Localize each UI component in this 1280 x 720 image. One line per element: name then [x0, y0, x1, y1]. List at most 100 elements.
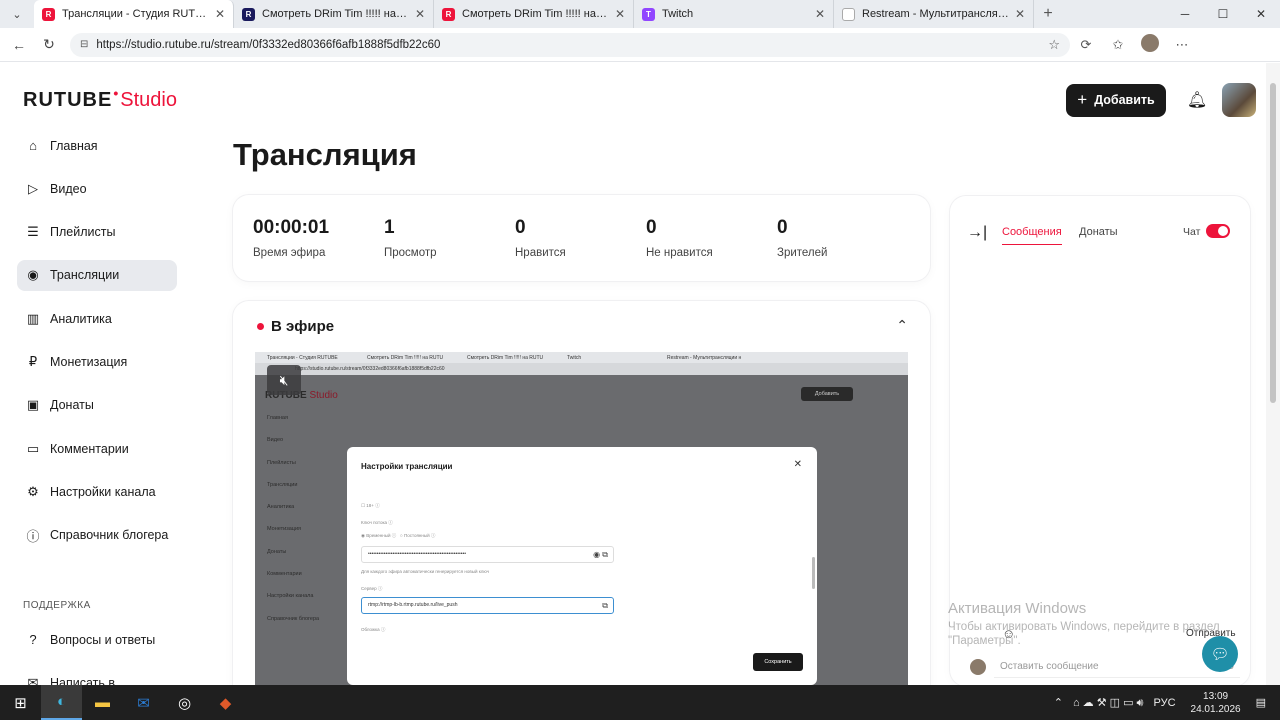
sidebar-item-label: Справочник блогера	[50, 528, 169, 543]
back-icon[interactable]: ←	[4, 37, 34, 53]
support-item[interactable]: ✉ Написать в	[17, 667, 197, 685]
tab-title: Смотреть DRim Tim !!!!! на RUTU	[262, 8, 409, 20]
preview-page: RUTUBE Studio Главная Видео Плейлисты Транс…	[255, 375, 908, 685]
header-actions: + Добавить 🔔︎	[1066, 83, 1266, 117]
browser-tab[interactable]: Restream - Мультитрансляции н ✕	[834, 0, 1034, 28]
sidebar-item[interactable]: ◉ Трансляции	[17, 259, 177, 291]
stat-value: 00:00:01	[253, 217, 330, 238]
preview-nav-item: Главная	[267, 415, 288, 421]
tab-favicon-icon: T	[642, 7, 655, 21]
page-scrollbar[interactable]	[1266, 63, 1280, 685]
stream-preview[interactable]: Трансляции - Студия RUTUBE Смотреть DRim …	[255, 352, 908, 685]
sidebar-item[interactable]: ☰ Плейлисты	[17, 217, 177, 248]
tab-close-icon[interactable]: ✕	[615, 7, 625, 21]
live-status: В эфире	[257, 318, 334, 335]
profile-avatar[interactable]	[1134, 34, 1166, 55]
stat-label: Время эфира	[253, 247, 326, 259]
watermark-line3: "Параметры".	[948, 635, 1021, 647]
clock[interactable]: 13:09 24.01.2026	[1191, 690, 1241, 716]
add-button-label: Добавить	[1094, 93, 1155, 107]
sidebar-item-label: Аналитика	[50, 311, 112, 326]
outlook-icon[interactable]: ✉	[123, 685, 164, 720]
clock-date: 24.01.2026	[1190, 703, 1241, 715]
preview-add-button: Добавить	[801, 387, 853, 401]
tab-close-icon[interactable]: ✕	[215, 7, 225, 21]
emoji-icon[interactable]: ☺	[1002, 626, 1015, 641]
collapse-chevron-icon[interactable]: ⌃	[896, 317, 908, 334]
start-windows-icon[interactable]: ⊞	[0, 685, 41, 720]
sidebar-item-label: Донаты	[50, 398, 94, 413]
support-section-label: ПОДДЕРЖКА	[23, 600, 91, 611]
reload-icon[interactable]: ↻	[34, 36, 64, 53]
stat-value: 0	[515, 217, 526, 238]
tab-close-icon[interactable]: ✕	[1015, 7, 1025, 21]
browser-tab[interactable]: R Смотреть DRim Tim !!!!! на RUTU ✕	[434, 0, 634, 28]
tab-close-icon[interactable]: ✕	[815, 7, 825, 21]
preview-nav-item: Настройки канала	[267, 593, 314, 600]
obs-icon[interactable]: ◎	[164, 685, 205, 720]
window-controls: ─ ☐ ✕	[1166, 0, 1280, 28]
browser-tab[interactable]: R Трансляции - Студия RUTUBE ✕	[34, 0, 234, 28]
tab-favicon-icon: R	[242, 7, 255, 21]
language-indicator[interactable]: РУС	[1154, 697, 1176, 709]
tab-favicon-icon: R	[442, 7, 455, 21]
sidebar-item[interactable]: ▣ Донаты	[17, 390, 177, 421]
sidebar-item[interactable]: ▥ Аналитика	[17, 303, 177, 334]
stat-item: 0 Не нравится	[646, 217, 777, 259]
browser-tab[interactable]: T Twitch ✕	[634, 0, 834, 28]
support-item[interactable]: ? Вопросы и ответы	[17, 624, 197, 655]
sidebar-nav: ⌂ Главная ▷ Видео ☰ Плейлисты ◉ Трансляции ▥…	[17, 130, 177, 563]
address-bar[interactable]: ⊟ https://studio.rutube.ru/stream/0f3332…	[70, 32, 1070, 57]
maximize-icon[interactable]: ☐	[1204, 0, 1242, 28]
notifications-icon[interactable]: ▤	[1256, 696, 1266, 709]
stat-label: Нравится	[515, 247, 566, 259]
file-explorer-icon[interactable]: ▬	[82, 685, 123, 720]
sidebar-item[interactable]: ₽ Монетизация	[17, 346, 177, 377]
modal-title: Настройки трансляции	[361, 462, 453, 471]
favorites-icon[interactable]: ✩	[1102, 37, 1134, 53]
browser-tab[interactable]: R Смотреть DRim Tim !!!!! на RUTU ✕	[234, 0, 434, 28]
chat-input-row: Оставить сообщение 0/200	[970, 656, 1240, 678]
mute-icon[interactable]: 🔇︎	[267, 365, 301, 395]
modal-key-options: ◉ Временный ⓘ ○ Постоянный ⓘ	[361, 533, 436, 538]
live-preview-card: В эфире ⌃ Трансляции - Студия RUTUBE Смот…	[233, 301, 930, 685]
app-icon[interactable]: ◆	[205, 685, 246, 720]
sidebar-item[interactable]: ⚙ Настройки канала	[17, 476, 177, 507]
logo-brand: RUTUBE	[23, 89, 113, 111]
edge-browser-icon[interactable]: ◐	[41, 685, 82, 720]
extensions-icon[interactable]: ⟳	[1070, 37, 1102, 53]
user-avatar[interactable]	[1222, 83, 1256, 117]
collapse-panel-icon[interactable]: →|	[967, 224, 987, 242]
preview-nav-item: Трансляции	[267, 481, 298, 488]
tab-donations[interactable]: Донаты	[1079, 226, 1118, 238]
scrollbar-thumb[interactable]	[1270, 83, 1276, 403]
browser-menu-icon[interactable]: ⋯	[1166, 37, 1198, 53]
minimize-icon[interactable]: ─	[1166, 0, 1204, 28]
sidebar-item-label: Настройки канала	[50, 484, 156, 499]
rutube-studio-logo[interactable]: RUTUBE • Studio	[23, 85, 177, 112]
tray-chevron-icon[interactable]: ⌃	[1054, 696, 1063, 709]
close-window-icon[interactable]: ✕	[1242, 0, 1280, 28]
sidebar-item[interactable]: ⓘ Справочник блогера	[17, 520, 177, 551]
site-info-icon[interactable]: ⊟	[80, 39, 88, 50]
new-tab-button[interactable]: +	[1034, 5, 1062, 23]
sidebar-item[interactable]: ▷ Видео	[17, 173, 177, 204]
tab-actions-menu-icon[interactable]: ⌄	[0, 0, 34, 28]
notifications-bell-icon[interactable]: 🔔︎	[1182, 90, 1212, 110]
support-item-label: Написать в	[50, 675, 116, 685]
sidebar-item[interactable]: ⌂ Главная	[17, 130, 177, 161]
chat-toggle[interactable]	[1206, 224, 1230, 238]
tab-messages[interactable]: Сообщения	[1002, 226, 1062, 245]
modal-server-label: Сервер ⓘ	[361, 586, 383, 591]
favorite-star-icon[interactable]: ☆	[1048, 37, 1060, 53]
sidebar-item[interactable]: ▭ Комментарии	[17, 433, 177, 464]
modal-key-hint: Для каждого эфира автоматически генериру…	[361, 569, 489, 574]
support-chat-icon[interactable]: 💬︎	[1202, 636, 1238, 672]
tray-icons[interactable]: ⌂ ☁ ⚒ ◫ ▭ 🔊︎	[1073, 696, 1144, 710]
windows-taskbar: ⊞ ◐ ▬ ✉ ◎ ◆ ⌃ ⌂ ☁ ⚒ ◫ ▭ 🔊︎ РУС 13:09 24.…	[0, 685, 1280, 720]
preview-nav-item: Плейлисты	[267, 459, 296, 466]
add-button[interactable]: + Добавить	[1066, 83, 1166, 117]
stat-value: 0	[777, 217, 788, 238]
stat-item: 0 Зрителей	[777, 217, 908, 259]
tab-close-icon[interactable]: ✕	[415, 7, 425, 21]
